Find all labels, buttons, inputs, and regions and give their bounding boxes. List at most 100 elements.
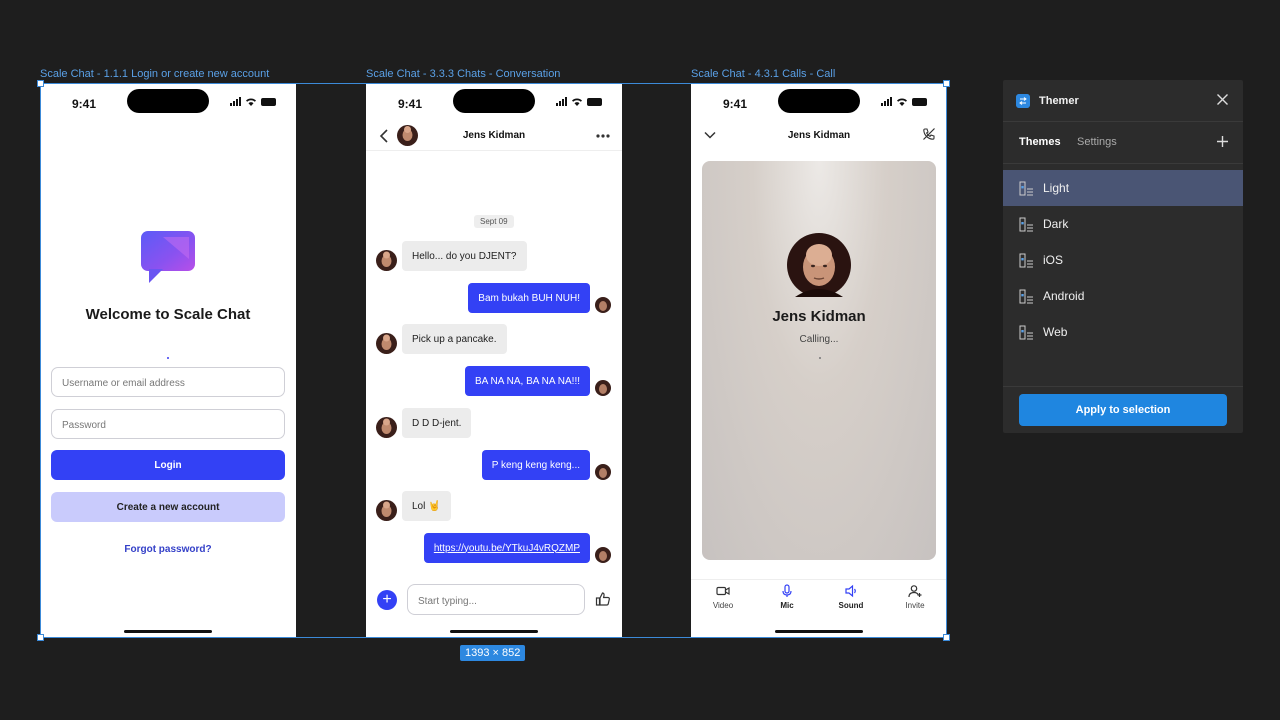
message-incoming[interactable]: Pick up a pancake. <box>402 324 507 354</box>
call-screen: 9:41 Jens Kidman Jens Kidman Calling... <box>691 83 947 638</box>
call-contact-name-header: Jens Kidman <box>787 130 851 141</box>
message-incoming[interactable]: D D D-jent. <box>402 408 472 438</box>
password-input[interactable]: Password <box>51 409 285 439</box>
home-indicator <box>775 630 863 633</box>
status-icons <box>556 97 602 106</box>
add-attachment-button[interactable]: + <box>377 590 397 610</box>
theme-label: iOS <box>1043 253 1064 267</box>
themer-plugin-icon <box>1016 94 1030 108</box>
my-avatar <box>595 464 611 480</box>
theme-style-icon <box>1019 289 1033 303</box>
login-screen: 9:41 Welcome to Scale Chat Username or e… <box>40 83 296 638</box>
call-header: Jens Kidman <box>691 121 947 151</box>
message-incoming[interactable]: Hello... do you DJENT? <box>402 241 527 271</box>
add-person-icon <box>908 585 922 598</box>
speaker-icon <box>845 584 856 598</box>
call-status: Calling... <box>799 334 839 345</box>
signal-icon <box>556 97 567 106</box>
invite-button[interactable]: Invite <box>891 584 939 610</box>
panel-tabs: Themes Settings <box>1003 122 1243 164</box>
signal-icon <box>881 97 892 106</box>
theme-item-android[interactable]: Android <box>1003 278 1243 314</box>
theme-item-ios[interactable]: iOS <box>1003 242 1243 278</box>
theme-style-icon <box>1019 325 1033 339</box>
call-actions-bar: Video Mic Sound Invite <box>691 579 947 619</box>
welcome-title: Welcome to Scale Chat <box>85 306 251 323</box>
theme-label: Web <box>1043 325 1068 339</box>
message-outgoing-link[interactable]: https://youtu.be/YTkuJ4vRQZMP <box>423 533 590 563</box>
theme-style-icon <box>1019 181 1033 195</box>
theme-label: Light <box>1043 181 1070 195</box>
sender-avatar <box>376 417 397 438</box>
thumbs-up-icon[interactable] <box>595 591 611 607</box>
my-avatar <box>595 547 611 563</box>
video-button[interactable]: Video <box>699 584 747 610</box>
panel-title: Themer <box>1039 95 1079 107</box>
login-button[interactable]: Login <box>51 450 285 480</box>
caller-name: Jens Kidman <box>772 308 866 325</box>
apply-to-selection-button[interactable]: Apply to selection <box>1019 394 1227 426</box>
theme-item-web[interactable]: Web <box>1003 314 1243 350</box>
message-outgoing[interactable]: Bam bukah BUH NUH! <box>468 283 590 313</box>
chat-header: Jens Kidman <box>366 121 622 151</box>
selection-size-badge: 1393 × 852 <box>460 645 526 661</box>
battery-icon <box>261 97 276 106</box>
battery-icon <box>912 97 927 106</box>
panel-header: Themer <box>1003 80 1243 122</box>
status-time: 9:41 <box>723 97 748 111</box>
video-label: Video <box>712 601 734 610</box>
frame-label-login[interactable]: Scale Chat - 1.1.1 Login or create new a… <box>40 68 269 80</box>
theme-item-dark[interactable]: Dark <box>1003 206 1243 242</box>
mic-label: Mic <box>780 601 794 610</box>
decorative-dot <box>819 357 821 359</box>
chat-screen: 9:41 Jens Kidman Sept 09 Hello... do you… <box>366 83 622 638</box>
message-input[interactable]: Start typing... <box>407 584 585 615</box>
more-options-icon[interactable] <box>596 134 610 138</box>
dynamic-island <box>778 89 860 113</box>
status-icons <box>230 97 276 106</box>
status-time: 9:41 <box>398 97 423 111</box>
theme-label: Android <box>1043 289 1085 303</box>
frame-label-call[interactable]: Scale Chat - 4.3.1 Calls - Call <box>691 68 835 80</box>
battery-icon <box>587 97 602 106</box>
wifi-icon <box>572 98 582 106</box>
status-bar: 9:41 <box>691 83 947 121</box>
theme-style-icon <box>1019 217 1033 231</box>
sender-avatar <box>376 250 397 271</box>
decorative-dot <box>167 357 169 359</box>
frame-label-chat[interactable]: Scale Chat - 3.3.3 Chats - Conversation <box>366 68 560 80</box>
status-icons <box>881 97 927 106</box>
signal-icon <box>230 97 241 106</box>
status-bar: 9:41 <box>366 83 622 121</box>
my-avatar <box>595 297 611 313</box>
home-indicator <box>124 630 212 633</box>
create-account-button[interactable]: Create a new account <box>51 492 285 522</box>
mic-icon <box>782 584 792 597</box>
dynamic-island <box>453 89 535 113</box>
theme-label: Dark <box>1043 217 1069 231</box>
theme-item-light[interactable]: Light <box>1003 170 1243 206</box>
message-incoming[interactable]: Lol 🤘 <box>402 491 451 521</box>
forgot-password-link[interactable]: Forgot password? <box>40 544 296 555</box>
username-input[interactable]: Username or email address <box>51 367 285 397</box>
my-avatar <box>595 380 611 396</box>
invite-label: Invite <box>905 601 925 610</box>
tab-themes[interactable]: Themes <box>1019 136 1061 148</box>
message-outgoing[interactable]: P keng keng keng... <box>481 450 590 480</box>
wifi-icon <box>897 98 907 106</box>
themer-panel: Themer Themes Settings Light Dark iOS An… <box>1003 80 1243 433</box>
wifi-icon <box>246 98 256 106</box>
video-icon <box>716 586 730 596</box>
status-bar: 9:41 <box>40 83 296 121</box>
sound-button[interactable]: Sound <box>827 584 875 610</box>
message-outgoing[interactable]: BA NA NA, BA NA NA!!! <box>464 366 590 396</box>
mic-button[interactable]: Mic <box>763 584 811 610</box>
status-time: 9:41 <box>72 97 97 111</box>
end-call-icon[interactable] <box>922 127 936 141</box>
dynamic-island <box>127 89 209 113</box>
sender-avatar <box>376 333 397 354</box>
add-icon[interactable] <box>1216 135 1229 148</box>
close-icon[interactable] <box>1216 93 1229 106</box>
tab-settings[interactable]: Settings <box>1077 136 1117 148</box>
caller-avatar <box>787 233 851 297</box>
